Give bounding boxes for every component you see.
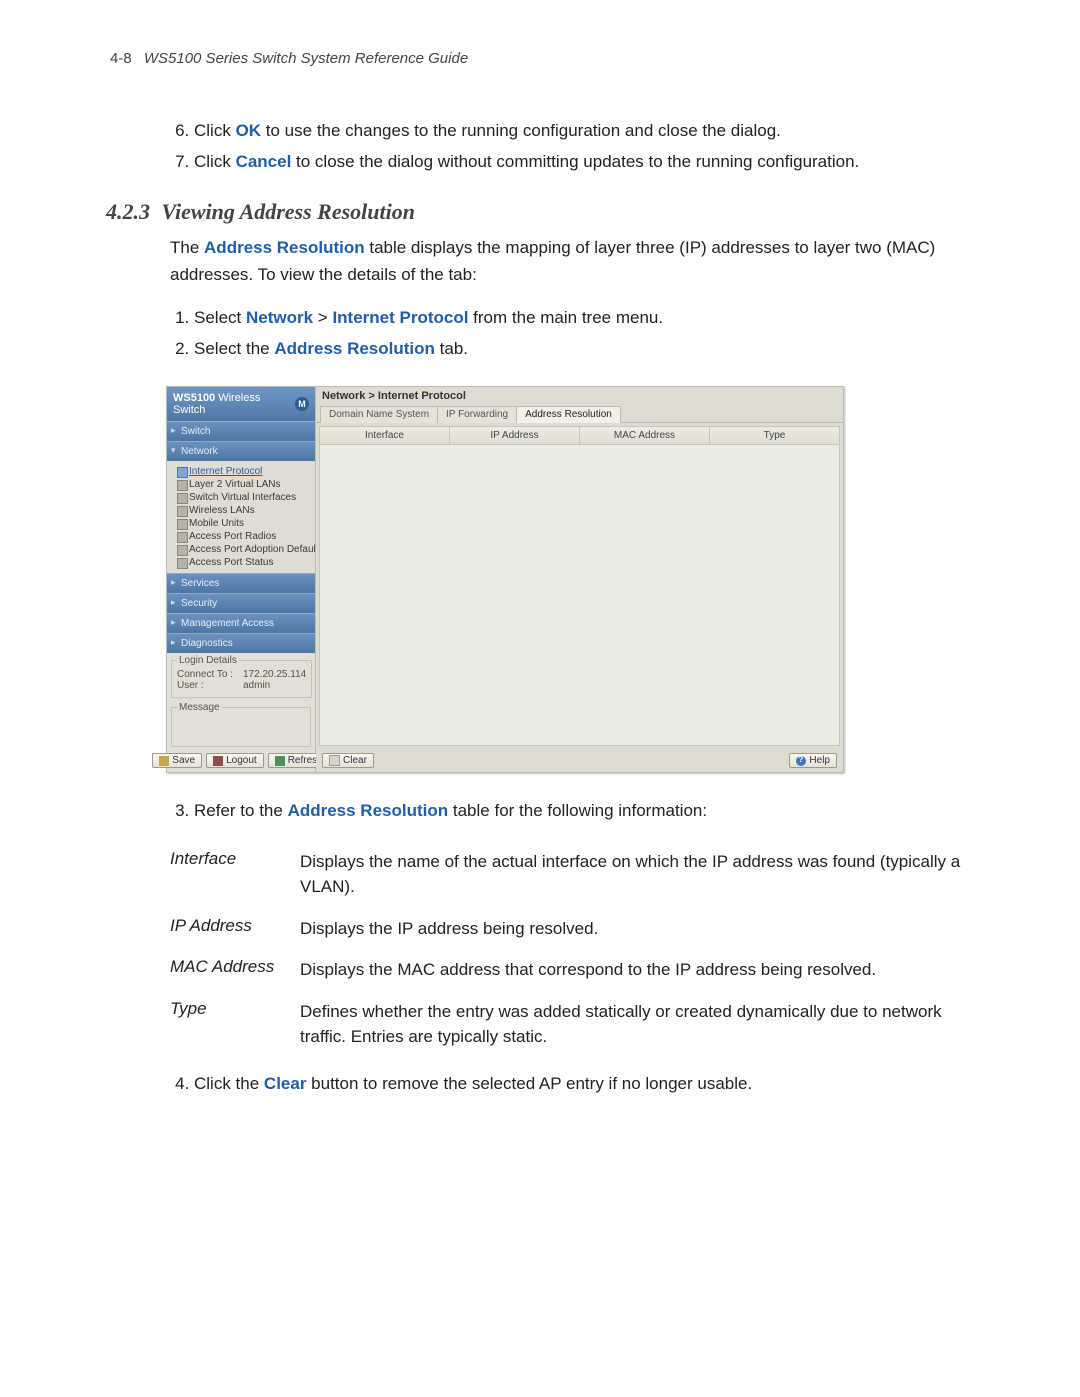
brand-name: WS5100 (173, 392, 215, 404)
clear-icon (329, 755, 340, 766)
pre-steps-list: Click OK to use the changes to the runni… (170, 117, 970, 175)
breadcrumb: Network > Internet Protocol (316, 387, 843, 405)
section-heading: 4.2.3 Viewing Address Resolution (106, 199, 970, 225)
tree-item-ap-radios[interactable]: Access Port Radios (175, 530, 311, 543)
tree-item-ap-status[interactable]: Access Port Status (175, 556, 311, 569)
kw-cancel: Cancel (236, 152, 292, 171)
list-item: Refer to the Address Resolution table fo… (194, 797, 970, 824)
info-def: Defines whether the entry was added stat… (300, 999, 970, 1050)
kw-ok: OK (236, 121, 262, 140)
app-screenshot: WS5100Wireless Switch M Switch Network I… (166, 386, 844, 773)
save-button[interactable]: Save (152, 753, 202, 768)
nav-cat-diagnostics[interactable]: Diagnostics (167, 633, 315, 653)
grid-header: Interface IP Address MAC Address Type (320, 427, 839, 445)
kw-address-resolution-2: Address Resolution (288, 801, 449, 820)
guide-title: WS5100 Series Switch System Reference Gu… (144, 50, 468, 67)
refresh-icon (275, 756, 285, 766)
running-head: 4-8 WS5100 Series Switch System Referenc… (110, 50, 970, 67)
motorola-icon: M (295, 397, 309, 411)
list-item: Click OK to use the changes to the runni… (194, 117, 970, 144)
nav-cat-management[interactable]: Management Access (167, 613, 315, 633)
step3-list: Refer to the Address Resolution table fo… (170, 797, 970, 824)
kw-clear: Clear (264, 1074, 307, 1093)
help-icon (796, 756, 806, 766)
kw-address-resolution: Address Resolution (204, 238, 365, 257)
app-title-bar: WS5100Wireless Switch M (167, 387, 315, 421)
grid-body-empty[interactable] (320, 445, 839, 745)
info-term: Interface (170, 849, 300, 900)
info-row: Interface Displays the name of the actua… (170, 849, 970, 900)
tab-bar: Domain Name System IP Forwarding Address… (316, 405, 843, 423)
col-type[interactable]: Type (710, 427, 839, 444)
clear-button[interactable]: Clear (322, 753, 374, 768)
nav-tree: Internet Protocol Layer 2 Virtual LANs S… (167, 461, 315, 573)
info-def: Displays the IP address being resolved. (300, 916, 970, 942)
list-item: Select Network > Internet Protocol from … (194, 304, 970, 331)
tree-item-svi[interactable]: Switch Virtual Interfaces (175, 491, 311, 504)
tree-item-ap-adoption[interactable]: Access Port Adoption Defaults (175, 543, 311, 556)
col-interface[interactable]: Interface (320, 427, 450, 444)
page-number: 4-8 (110, 50, 132, 67)
col-ip-address[interactable]: IP Address (450, 427, 580, 444)
sidebar-button-row: Save Logout Refresh (167, 749, 315, 772)
data-grid: Interface IP Address MAC Address Type (319, 426, 840, 746)
info-def: Displays the name of the actual interfac… (300, 849, 970, 900)
logout-icon (213, 756, 223, 766)
message-box: Message (171, 702, 311, 747)
tab-address-resolution[interactable]: Address Resolution (516, 406, 621, 423)
save-icon (159, 756, 169, 766)
info-term: IP Address (170, 916, 300, 942)
connect-to-value: 172.20.25.114 (243, 669, 306, 680)
tree-item-l2vlans[interactable]: Layer 2 Virtual LANs (175, 478, 311, 491)
login-legend: Login Details (177, 655, 239, 666)
list-item: Select the Address Resolution tab. (194, 335, 970, 362)
sidebar: WS5100Wireless Switch M Switch Network I… (167, 387, 316, 772)
message-legend: Message (177, 702, 222, 713)
tab-dns[interactable]: Domain Name System (320, 406, 438, 423)
main-panel: Network > Internet Protocol Domain Name … (316, 387, 843, 772)
info-term: MAC Address (170, 957, 300, 983)
list-item: Click Cancel to close the dialog without… (194, 148, 970, 175)
document-page: 4-8 WS5100 Series Switch System Referenc… (0, 0, 1080, 1097)
bottom-toolbar: Clear Help (316, 749, 843, 772)
info-row: MAC Address Displays the MAC address tha… (170, 957, 970, 983)
tree-item-wlans[interactable]: Wireless LANs (175, 504, 311, 517)
info-def: Displays the MAC address that correspond… (300, 957, 970, 983)
tab-ip-forwarding[interactable]: IP Forwarding (437, 406, 517, 423)
col-mac-address[interactable]: MAC Address (580, 427, 710, 444)
info-table: Interface Displays the name of the actua… (170, 849, 970, 1050)
step4-list: Click the Clear button to remove the sel… (170, 1070, 970, 1097)
login-details-box: Login Details Connect To : 172.20.25.114… (171, 655, 312, 698)
tree-item-mobile-units[interactable]: Mobile Units (175, 517, 311, 530)
intro-paragraph: The Address Resolution table displays th… (170, 235, 970, 288)
nav-cat-switch[interactable]: Switch (167, 421, 315, 441)
connect-to-label: Connect To : (177, 669, 237, 680)
list-item: Click the Clear button to remove the sel… (194, 1070, 970, 1097)
user-label: User : (177, 680, 237, 691)
help-button[interactable]: Help (789, 753, 837, 768)
nav-cat-services[interactable]: Services (167, 573, 315, 593)
info-row: IP Address Displays the IP address being… (170, 916, 970, 942)
user-value: admin (243, 680, 270, 691)
logout-button[interactable]: Logout (206, 753, 264, 768)
info-term: Type (170, 999, 300, 1050)
nav-cat-network[interactable]: Network (167, 441, 315, 461)
steps-list: Select Network > Internet Protocol from … (170, 304, 970, 362)
tree-item-internet-protocol[interactable]: Internet Protocol (175, 465, 311, 478)
info-row: Type Defines whether the entry was added… (170, 999, 970, 1050)
nav-cat-security[interactable]: Security (167, 593, 315, 613)
